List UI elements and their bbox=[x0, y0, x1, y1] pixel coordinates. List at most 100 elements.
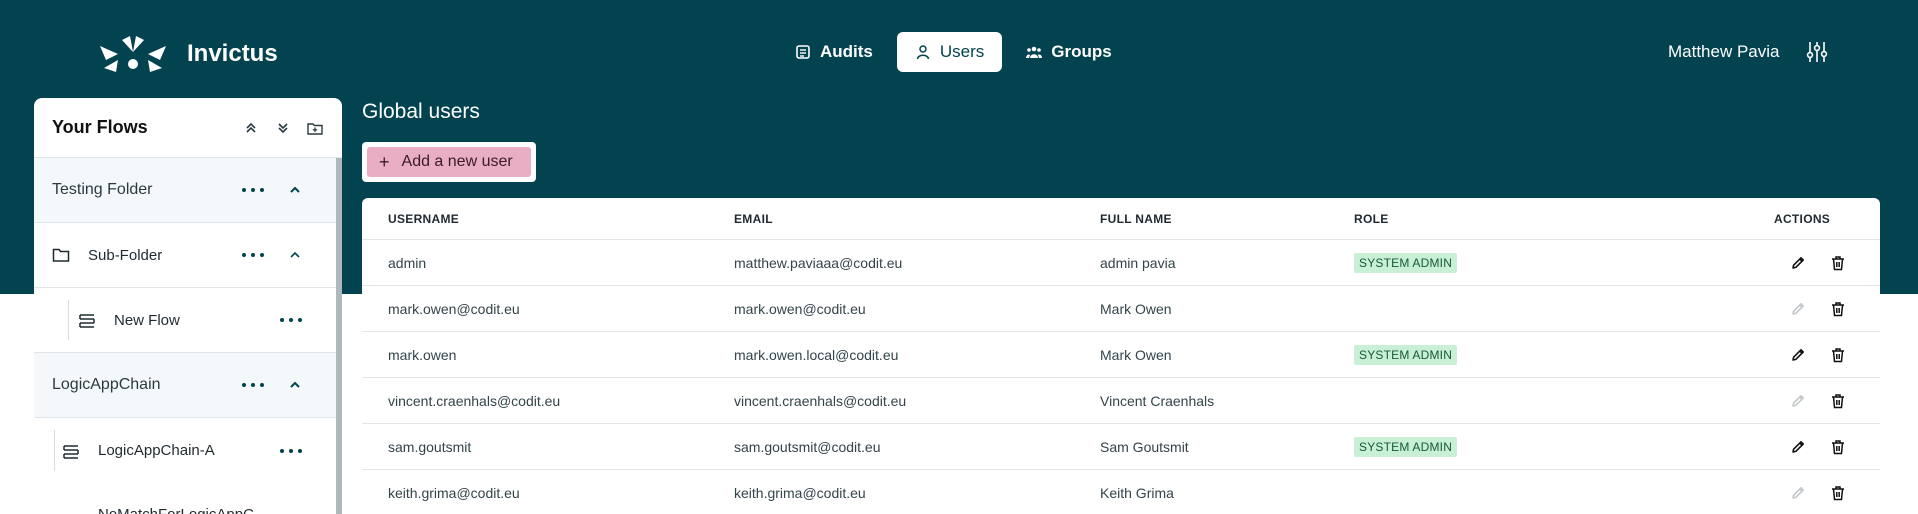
sidebar-item-sub-folder[interactable]: Sub-Folder bbox=[34, 223, 342, 288]
cell-email: mark.owen@codit.eu bbox=[734, 300, 866, 317]
groups-icon bbox=[1026, 46, 1043, 58]
table-row[interactable]: keith.grima@codit.eu keith.grima@codit.e… bbox=[362, 470, 1880, 514]
cell-email: sam.goutsmit@codit.eu bbox=[734, 438, 881, 455]
sidebar-scrollbar-thumb[interactable] bbox=[336, 158, 342, 514]
cell-actions bbox=[1774, 301, 1874, 317]
cell-username: keith.grima@codit.eu bbox=[388, 484, 520, 501]
current-user-name[interactable]: Matthew Pavia bbox=[1668, 42, 1780, 62]
audit-icon bbox=[796, 45, 810, 59]
user-icon bbox=[916, 45, 930, 60]
folder-icon bbox=[52, 248, 70, 262]
nav-users-label: Users bbox=[939, 42, 985, 61]
sidebar-item-label: Testing Folder bbox=[52, 181, 153, 198]
more-options-icon[interactable] bbox=[242, 377, 264, 393]
nav-audits[interactable]: Audits bbox=[777, 32, 891, 72]
flow-icon bbox=[79, 314, 95, 328]
chevron-up-icon[interactable] bbox=[288, 248, 302, 262]
nav-groups-label: Groups bbox=[1051, 42, 1112, 61]
sidebar-item-label: LogicAppChain-A bbox=[98, 442, 215, 459]
expand-all-icon[interactable] bbox=[274, 119, 292, 137]
table-header-row: USERNAME EMAIL FULL NAME ROLE ACTIONS bbox=[362, 198, 1880, 240]
cell-role: SYSTEM ADMIN bbox=[1354, 344, 1774, 365]
delete-trash-icon[interactable] bbox=[1830, 393, 1846, 409]
table-row[interactable]: vincent.craenhals@codit.eu vincent.craen… bbox=[362, 378, 1880, 424]
more-options-icon[interactable] bbox=[242, 247, 264, 263]
table-row[interactable]: mark.owen mark.owen.local@codit.eu Mark … bbox=[362, 332, 1880, 378]
chevron-up-icon[interactable] bbox=[288, 183, 302, 197]
edit-pencil-icon[interactable] bbox=[1790, 255, 1806, 271]
column-header-username[interactable]: USERNAME bbox=[388, 212, 734, 226]
add-user-button-frame: + Add a new user bbox=[362, 142, 536, 182]
table-row[interactable]: sam.goutsmit sam.goutsmit@codit.eu Sam G… bbox=[362, 424, 1880, 470]
tree-guide-line bbox=[68, 300, 69, 340]
column-header-full-name[interactable]: FULL NAME bbox=[1100, 212, 1354, 226]
sidebar-item-nomatch[interactable]: NoMatchForLogicAppC bbox=[34, 483, 342, 514]
sidebar-item-new-flow[interactable]: New Flow bbox=[34, 288, 342, 353]
cell-username: mark.owen bbox=[388, 346, 457, 363]
cell-full-name: Keith Grima bbox=[1100, 484, 1174, 501]
cell-full-name: Vincent Craenhals bbox=[1100, 392, 1215, 409]
app-name: Invictus bbox=[187, 40, 278, 67]
table-body: admin matthew.paviaaa@codit.eu admin pav… bbox=[362, 240, 1880, 514]
cell-actions bbox=[1774, 255, 1874, 271]
more-options-icon[interactable] bbox=[280, 312, 302, 328]
edit-pencil-icon[interactable] bbox=[1790, 301, 1806, 317]
flow-icon bbox=[63, 444, 79, 459]
sidebar-header: Your Flows bbox=[34, 98, 342, 158]
users-table: USERNAME EMAIL FULL NAME ROLE ACTIONS ad… bbox=[362, 198, 1880, 514]
cell-username: vincent.craenhals@codit.eu bbox=[388, 392, 561, 409]
collapse-all-icon[interactable] bbox=[242, 119, 260, 137]
edit-pencil-icon[interactable] bbox=[1790, 347, 1806, 363]
add-user-label: Add a new user bbox=[401, 153, 513, 170]
nav-users[interactable]: Users bbox=[896, 32, 1003, 72]
cell-email: matthew.paviaaa@codit.eu bbox=[734, 254, 903, 271]
cell-role: SYSTEM ADMIN bbox=[1354, 252, 1774, 273]
sidebar-item-label: New Flow bbox=[114, 311, 180, 329]
column-header-role[interactable]: ROLE bbox=[1354, 212, 1774, 226]
delete-trash-icon[interactable] bbox=[1830, 347, 1846, 363]
sidebar-item-logicappchain-a[interactable]: LogicAppChain-A bbox=[34, 418, 342, 483]
invictus-logo-icon bbox=[100, 36, 166, 72]
edit-pencil-icon[interactable] bbox=[1790, 439, 1806, 455]
cell-role: SYSTEM ADMIN bbox=[1354, 436, 1774, 457]
chevron-up-icon[interactable] bbox=[288, 378, 302, 392]
cell-actions bbox=[1774, 393, 1874, 409]
table-row[interactable]: mark.owen@codit.eu mark.owen@codit.eu Ma… bbox=[362, 286, 1880, 332]
delete-trash-icon[interactable] bbox=[1830, 301, 1846, 317]
nav-groups[interactable]: Groups bbox=[1008, 32, 1129, 72]
edit-pencil-icon[interactable] bbox=[1790, 485, 1806, 501]
cell-email: keith.grima@codit.eu bbox=[734, 484, 866, 501]
role-badge: SYSTEM ADMIN bbox=[1354, 252, 1458, 273]
edit-pencil-icon[interactable] bbox=[1790, 393, 1806, 409]
add-user-button[interactable]: + Add a new user bbox=[367, 147, 531, 177]
role-badge: SYSTEM ADMIN bbox=[1354, 436, 1458, 457]
add-folder-icon[interactable] bbox=[306, 119, 324, 137]
cell-email: vincent.craenhals@codit.eu bbox=[734, 392, 907, 409]
cell-email: mark.owen.local@codit.eu bbox=[734, 346, 899, 363]
cell-actions bbox=[1774, 439, 1874, 455]
sidebar-item-label: Sub-Folder bbox=[88, 246, 163, 264]
delete-trash-icon[interactable] bbox=[1830, 255, 1846, 271]
cell-full-name: Sam Goutsmit bbox=[1100, 438, 1189, 455]
cell-full-name: admin pavia bbox=[1100, 254, 1176, 271]
more-options-icon[interactable] bbox=[242, 182, 264, 198]
sidebar-item-logicappchain[interactable]: LogicAppChain bbox=[34, 353, 342, 418]
delete-trash-icon[interactable] bbox=[1830, 439, 1846, 455]
nav-audits-label: Audits bbox=[820, 42, 873, 61]
cell-actions bbox=[1774, 485, 1874, 501]
sidebar-item-label: NoMatchForLogicAppC bbox=[98, 506, 324, 514]
column-header-email[interactable]: EMAIL bbox=[734, 212, 1100, 226]
cell-username: sam.goutsmit bbox=[388, 438, 472, 455]
cell-full-name: Mark Owen bbox=[1100, 300, 1172, 317]
main-nav: Audits Users Groups bbox=[777, 32, 1136, 72]
role-badge: SYSTEM ADMIN bbox=[1354, 344, 1458, 365]
sidebar-item-testing-folder[interactable]: Testing Folder bbox=[34, 158, 342, 223]
more-options-icon[interactable] bbox=[280, 443, 302, 459]
table-row[interactable]: admin matthew.paviaaa@codit.eu admin pav… bbox=[362, 240, 1880, 286]
delete-trash-icon[interactable] bbox=[1830, 485, 1846, 501]
sidebar-item-label: LogicAppChain bbox=[52, 376, 161, 393]
flows-sidebar: Your Flows Testing Folder Sub-Folder New… bbox=[34, 98, 342, 514]
app-logo[interactable]: Invictus bbox=[98, 34, 278, 74]
cell-username: mark.owen@codit.eu bbox=[388, 300, 520, 317]
sliders-icon[interactable] bbox=[1806, 40, 1828, 64]
